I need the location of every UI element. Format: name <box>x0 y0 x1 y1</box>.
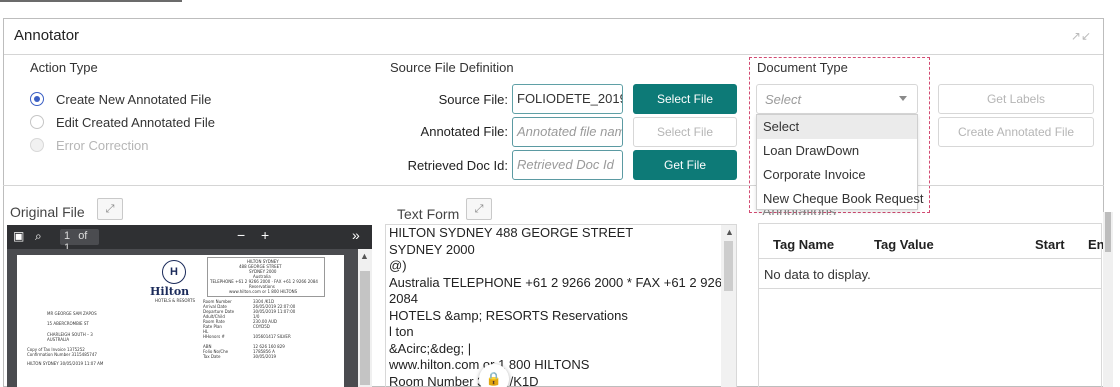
pdf-text: www.hilton.com or 1 800 HILTONS <box>229 289 298 294</box>
pdf-field-label: Tax Date <box>203 354 221 359</box>
more-tools-button[interactable]: » <box>352 227 360 243</box>
page-current: 1 <box>64 230 71 242</box>
app-root: Annotator ↗↙ Action Type Create New Anno… <box>0 0 1120 387</box>
fullscreen-icon[interactable]: ⤢ <box>97 198 123 220</box>
scroll-up-icon[interactable]: ▲ <box>360 251 369 261</box>
pdf-field-value: 30/05/2019 <box>253 354 277 359</box>
pdf-field-label: HHonors # <box>203 334 225 339</box>
radio-label: Edit Created Annotated File <box>56 114 215 130</box>
pdf-guest-text: HILTON SYDNEY 30/05/2019 11:07 AM <box>27 361 104 366</box>
text-line: l ton <box>389 324 414 339</box>
radio-edit-created[interactable]: Edit Created Annotated File <box>30 112 215 132</box>
pdf-guest-text: AUSTRALIA <box>47 337 70 342</box>
top-accent-line <box>0 0 182 2</box>
select-file-button[interactable]: Select File <box>633 84 737 114</box>
hilton-logo-text: Hilton <box>150 285 190 298</box>
original-file-title: Original File <box>10 204 85 220</box>
radio-button <box>30 138 44 152</box>
dropdown-option-new-cheque-book[interactable]: New Cheque Book Request <box>757 187 923 211</box>
text-form-title: Text Form <box>397 206 460 222</box>
select-annotated-file-button[interactable]: Select File <box>633 117 737 147</box>
radio-error-correction: Error Correction <box>30 135 148 155</box>
search-icon[interactable]: ⌕ <box>35 229 42 244</box>
annotated-file-label: Annotated File: <box>420 124 508 139</box>
hilton-logo-subtext: HOTELS & RESORTS <box>155 298 196 303</box>
radio-button[interactable] <box>30 92 44 106</box>
create-annotated-file-button[interactable]: Create Annotated File <box>938 117 1094 147</box>
scrollbar-thumb[interactable] <box>1105 212 1111 252</box>
text-line: www.hilton.com or 1 800 HILTONS <box>389 357 590 372</box>
pdf-guest-text: MR GEORGE SAM ZAPOS <box>47 311 97 316</box>
scrollbar-thumb[interactable] <box>724 241 733 291</box>
pdf-page: H Hilton HOTELS & RESORTS HILTON SYDNEY … <box>17 255 344 387</box>
pdf-guest-text: 15 ABERCROMBIE ST <box>47 321 89 326</box>
document-type-select[interactable]: Select <box>756 84 918 114</box>
text-line: @) <box>389 258 407 273</box>
radio-create-new[interactable]: Create New Annotated File <box>30 89 211 109</box>
annotated-file-field[interactable]: Annotated file nam <box>512 117 623 147</box>
table-header-divider <box>759 258 1101 259</box>
text-form-textarea[interactable]: HILTON SYDNEY 488 GEORGE STREET SYDNEY 2… <box>385 224 737 387</box>
zoom-out-button[interactable]: − <box>237 227 245 243</box>
text-form-scrollbar[interactable]: ▲ <box>721 225 736 387</box>
fullscreen-icon[interactable]: ⤢ <box>466 198 492 220</box>
column-start[interactable]: Start <box>1035 237 1065 252</box>
pdf-toolbar: ▣ ⌕ 1 of 1 − + » <box>7 225 372 254</box>
retrieved-doc-id-label: Retrieved Doc Id: <box>407 158 508 173</box>
source-file-label: Source File: <box>438 92 508 107</box>
text-line: Room Number 3304 /K1D <box>389 373 539 387</box>
pdf-field-value: COYD5D <box>253 324 270 329</box>
radio-button[interactable] <box>30 115 44 129</box>
radio-label: Create New Annotated File <box>56 91 212 107</box>
get-file-button[interactable]: Get File <box>633 150 737 180</box>
column-tag-name[interactable]: Tag Name <box>773 237 834 252</box>
column-tag-value[interactable]: Tag Value <box>874 237 934 252</box>
table-row-divider <box>759 288 1101 289</box>
dropdown-option-select[interactable]: Select <box>757 115 917 139</box>
scrollbar-thumb[interactable] <box>360 271 370 385</box>
dropdown-option-corporate-invoice[interactable]: Corporate Invoice <box>757 163 917 187</box>
document-type-dropdown: Select Loan DrawDown Corporate Invoice N… <box>756 114 923 211</box>
text-line: Australia TELEPHONE +61 2 9266 2000 * FA… <box>389 274 730 290</box>
text-line: &Acirc;&deg; | <box>389 340 472 356</box>
pdf-viewer[interactable]: H Hilton HOTELS & RESORTS HILTON SYDNEY … <box>7 249 372 387</box>
empty-table-message: No data to display. <box>764 267 871 282</box>
annotations-table: Tag Name Tag Value Start End No data to … <box>758 223 1113 387</box>
panel-header: Annotator ↗↙ <box>4 19 1103 55</box>
text-line: HILTON SYDNEY 488 GEORGE STREET <box>389 225 634 240</box>
scroll-up-icon[interactable]: ▲ <box>725 227 734 237</box>
action-type-label: Action Type <box>30 60 98 75</box>
lock-icon[interactable]: 🔒 <box>479 364 509 387</box>
panel-scrollbar[interactable] <box>1103 212 1113 387</box>
document-type-label: Document Type <box>757 60 848 75</box>
panel-title: Annotator <box>14 27 80 44</box>
source-file-definition-label: Source File Definition <box>390 60 514 75</box>
select-value: Select <box>765 92 802 107</box>
text-line: HOTELS &amp; RESORTS Reservations <box>389 307 628 323</box>
pdf-scrollbar[interactable]: ▲ <box>358 249 372 387</box>
expand-icon[interactable]: ↗↙ <box>1071 29 1091 43</box>
sidebar-toggle-icon[interactable]: ▣ <box>13 229 24 243</box>
retrieved-doc-id-field[interactable]: Retrieved Doc Id <box>512 150 623 180</box>
source-file-field[interactable]: FOLIODETE_201905 <box>512 84 623 114</box>
section-divider <box>3 185 1104 186</box>
text-line: 2084 <box>389 291 418 306</box>
page-number-input[interactable]: 1 of 1 <box>60 229 99 254</box>
pdf-guest-text: Confirmation Number 3115485747 <box>27 352 97 357</box>
get-labels-button[interactable]: Get Labels <box>938 84 1094 114</box>
text-line: SYDNEY 2000 <box>389 241 475 257</box>
caret-down-icon <box>899 96 907 101</box>
hilton-logo-icon: H <box>162 260 186 284</box>
radio-label: Error Correction <box>56 137 149 153</box>
zoom-in-button[interactable]: + <box>261 227 269 243</box>
dropdown-option-loan-drawdown[interactable]: Loan DrawDown <box>757 139 917 163</box>
pdf-field-value: 105601417 SILVER <box>253 334 291 339</box>
